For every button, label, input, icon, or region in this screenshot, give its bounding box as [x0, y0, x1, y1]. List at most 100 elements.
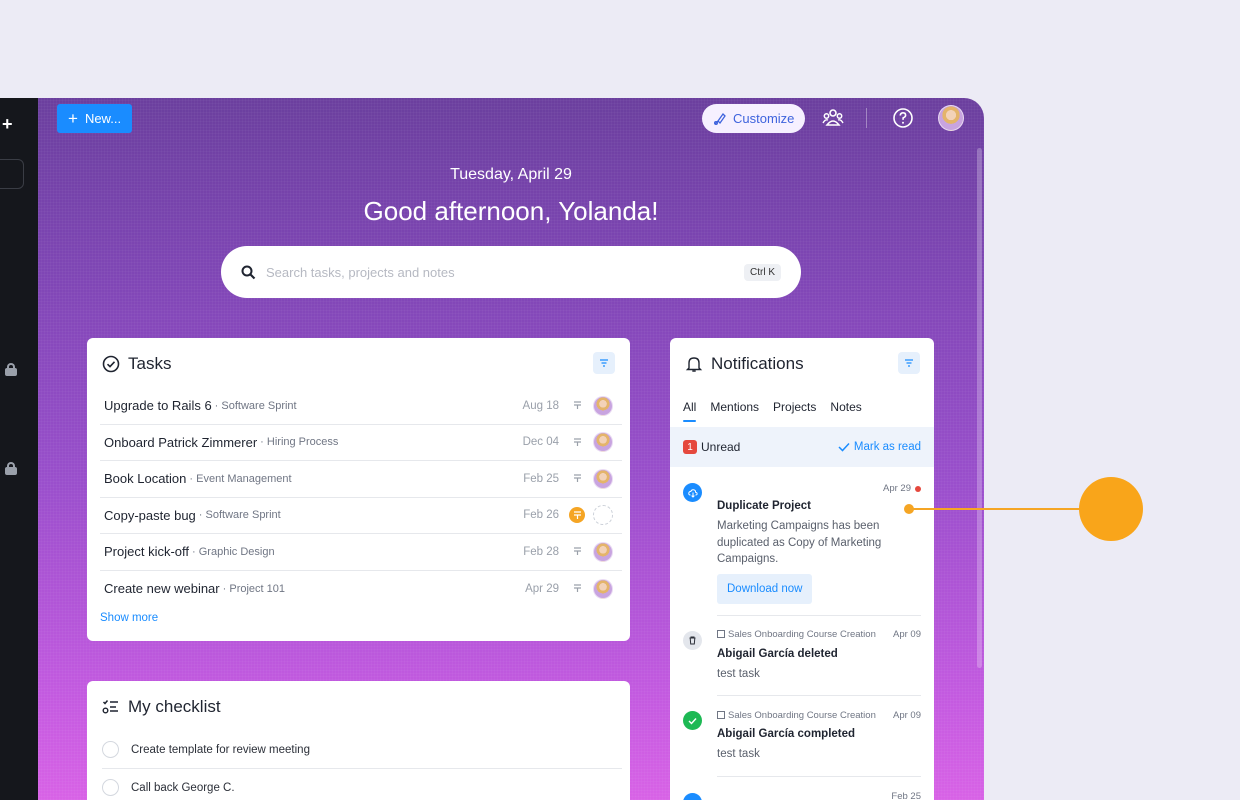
- notification-item[interactable]: Sales Onboarding Course Creation Apr 09 …: [683, 629, 921, 689]
- current-date: Tuesday, April 29: [450, 166, 572, 183]
- lock-icon: [5, 462, 17, 475]
- plus-icon: +: [68, 109, 78, 128]
- task-project: Graphic Design: [192, 546, 275, 558]
- notification-date: Feb 25: [891, 791, 921, 800]
- tab-mentions[interactable]: Mentions: [710, 400, 759, 414]
- callout-anchor: [904, 504, 914, 514]
- priority-icon[interactable]: [569, 581, 585, 597]
- checkbox[interactable]: [102, 741, 119, 758]
- download-now-button[interactable]: Download now: [717, 574, 813, 604]
- task-name: Upgrade to Rails 6: [104, 398, 212, 414]
- task-due-date: Dec 04: [522, 436, 559, 449]
- priority-icon[interactable]: [569, 434, 585, 450]
- notifications-title: Notifications: [711, 354, 804, 373]
- notification-item[interactable]: Feb 25: [683, 791, 921, 800]
- checklist-title: My checklist: [128, 697, 221, 716]
- customize-label: Customize: [733, 111, 795, 126]
- scrollbar[interactable]: [977, 148, 982, 668]
- notification-project: Sales Onboarding Course Creation: [717, 710, 876, 721]
- task-due-date: Feb 26: [523, 509, 559, 522]
- task-project: Project 101: [223, 583, 285, 595]
- user-avatar[interactable]: [938, 105, 964, 131]
- checklist: Create template for review meeting Call b…: [102, 731, 622, 800]
- search-bar[interactable]: Search tasks, projects and notes Ctrl K: [221, 246, 801, 298]
- assignee-avatar[interactable]: [593, 432, 613, 453]
- tab-all[interactable]: All: [683, 400, 697, 422]
- notification-body: test task: [717, 668, 760, 680]
- tasks-title: Tasks: [128, 354, 172, 373]
- task-name: Copy-paste bug: [104, 507, 196, 523]
- notification-icon: [683, 793, 702, 800]
- mark-as-read-label: Mark as read: [853, 441, 921, 453]
- task-due-date: Feb 28: [523, 545, 559, 558]
- assignee-avatar[interactable]: [593, 541, 613, 562]
- checklist-item[interactable]: Create template for review meeting: [102, 731, 622, 769]
- task-due-date: Aug 18: [522, 399, 559, 412]
- callout-line: [909, 508, 1081, 510]
- callout-marker[interactable]: [1079, 477, 1143, 541]
- trash-icon: [683, 631, 702, 650]
- notification-title: Abigail García completed: [717, 728, 856, 740]
- notification-body: Marketing Campaigns has been duplicated …: [717, 520, 882, 565]
- task-due-date: Apr 29: [525, 582, 559, 595]
- checkbox[interactable]: [102, 779, 119, 796]
- notification-item[interactable]: Sales Onboarding Course Creation Apr 09 …: [683, 710, 921, 770]
- notification-date: Apr 09: [893, 629, 921, 640]
- new-button-label: New...: [84, 111, 122, 126]
- unread-count-badge: 1: [683, 440, 697, 454]
- unread-bar: 1 Unread Mark as read: [670, 427, 934, 467]
- notification-divider: [717, 615, 921, 616]
- task-list: Upgrade to Rails 6Software SprintAug 18O…: [100, 388, 622, 607]
- checklist-item[interactable]: Call back George C.: [102, 769, 622, 800]
- project-icon: [717, 630, 725, 638]
- tab-projects[interactable]: Projects: [773, 400, 816, 414]
- notifications-filter-button[interactable]: [898, 352, 920, 374]
- task-row[interactable]: Onboard Patrick ZimmererHiring Process De…: [100, 425, 622, 461]
- tasks-header: Tasks: [102, 354, 171, 374]
- notification-title: Abigail García deleted: [717, 648, 838, 660]
- help-icon[interactable]: [892, 107, 914, 129]
- notification-title: Duplicate Project: [717, 500, 811, 512]
- task-project: Hiring Process: [260, 436, 339, 448]
- mark-as-read-button[interactable]: Mark as read: [838, 441, 921, 453]
- customize-button[interactable]: Customize: [702, 104, 806, 133]
- new-button[interactable]: + New...: [57, 104, 133, 133]
- priority-icon[interactable]: [569, 544, 585, 560]
- priority-icon[interactable]: [569, 398, 585, 414]
- filter-icon: [905, 359, 913, 367]
- task-project: Event Management: [189, 473, 291, 485]
- project-icon: [717, 711, 725, 719]
- paint-brush-icon: [714, 112, 726, 125]
- tasks-filter-button[interactable]: [593, 352, 615, 374]
- task-row[interactable]: Create new webinarProject 101 Apr 29: [100, 571, 622, 608]
- task-row[interactable]: Book LocationEvent Management Feb 25: [100, 461, 622, 498]
- assignee-avatar[interactable]: [593, 468, 613, 489]
- assignee-avatar[interactable]: [593, 395, 613, 416]
- tab-notes[interactable]: Notes: [830, 400, 861, 414]
- task-row[interactable]: Upgrade to Rails 6Software Sprint Aug 18: [100, 388, 622, 425]
- task-name: Book Location: [104, 471, 187, 487]
- assignee-avatar[interactable]: [593, 505, 613, 526]
- check-icon: [683, 711, 702, 730]
- task-due-date: Feb 25: [523, 472, 559, 485]
- priority-icon[interactable]: [569, 507, 585, 524]
- bell-icon: [685, 357, 703, 372]
- sidebar: +: [0, 98, 38, 800]
- task-row[interactable]: Copy-paste bugSoftware Sprint Feb 26: [100, 498, 622, 534]
- search-icon: [241, 265, 256, 279]
- notification-divider: [717, 776, 921, 777]
- task-row[interactable]: Project kick-offGraphic Design Feb 28: [100, 534, 622, 571]
- search-input[interactable]: Search tasks, projects and notes: [266, 265, 744, 280]
- filter-icon: [600, 359, 608, 367]
- team-icon[interactable]: [822, 107, 844, 129]
- dashboard-window: + New... Customize Tuesday, April 29 Goo…: [38, 98, 984, 800]
- priority-icon[interactable]: [569, 471, 585, 487]
- notification-item[interactable]: Apr 29 Duplicate Project Marketing Campa…: [683, 483, 921, 605]
- checklist-header: My checklist: [102, 697, 221, 717]
- sidebar-search-box[interactable]: [0, 159, 24, 189]
- assignee-avatar[interactable]: [593, 578, 613, 599]
- notification-project: Sales Onboarding Course Creation: [717, 629, 876, 640]
- show-more-link[interactable]: Show more: [100, 612, 158, 624]
- check-circle-icon: [102, 355, 120, 373]
- sidebar-plus-icon[interactable]: +: [2, 114, 13, 135]
